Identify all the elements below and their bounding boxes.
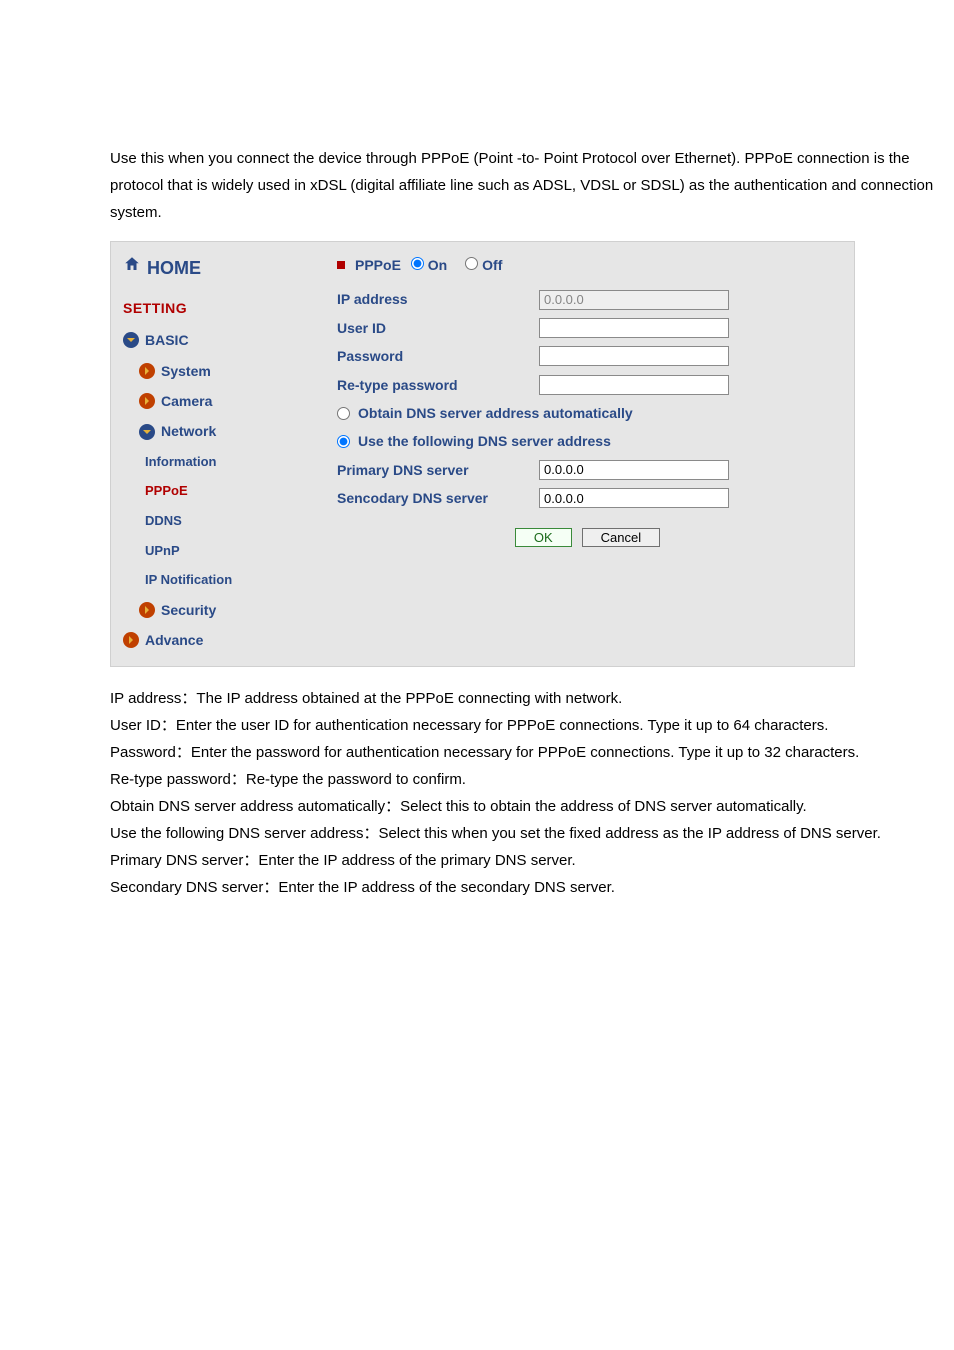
settings-panel: HOME SETTING BASIC System Camera Network…: [110, 241, 855, 667]
note-dns-auto: Obtain DNS server address automatically：…: [110, 793, 944, 820]
nav-label: Network: [161, 420, 216, 442]
dns-manual-radio[interactable]: [337, 435, 350, 448]
ip-address-field[interactable]: [539, 290, 729, 310]
intro-text: Use this when you connect the device thr…: [10, 0, 944, 236]
radio-label: On: [428, 257, 447, 273]
cancel-button[interactable]: Cancel: [582, 528, 660, 547]
chevron-right-icon: [123, 632, 139, 648]
nav-label: Camera: [161, 390, 212, 412]
note-ip-address: IP address：The IP address obtained at th…: [110, 685, 944, 712]
nav-label: BASIC: [145, 329, 189, 351]
password-label: Password: [337, 345, 527, 367]
note-retype-password: Re-type password：Re-type the password to…: [110, 766, 944, 793]
password-field[interactable]: [539, 346, 729, 366]
section-name: PPPoE: [355, 254, 401, 276]
notes-section: IP address：The IP address obtained at th…: [10, 677, 944, 901]
chevron-right-icon: [139, 363, 155, 379]
section-title: PPPoE On Off: [337, 254, 838, 276]
subnav-ip-notification[interactable]: IP Notification: [117, 565, 315, 595]
note-primary-dns: Primary DNS server：Enter the IP address …: [110, 847, 944, 874]
nav-advance[interactable]: Advance: [117, 625, 315, 655]
user-id-field[interactable]: [539, 318, 729, 338]
chevron-right-icon: [139, 602, 155, 618]
retype-password-label: Re-type password: [337, 374, 527, 396]
chevron-right-icon: [139, 393, 155, 409]
nav-system[interactable]: System: [117, 356, 315, 386]
content-area: PPPoE On Off IP address User ID: [321, 242, 854, 666]
chevron-down-icon: [139, 424, 155, 440]
sidebar: HOME SETTING BASIC System Camera Network…: [111, 242, 321, 666]
secondary-dns-field[interactable]: [539, 488, 729, 508]
chevron-down-icon: [123, 332, 139, 348]
dns-auto-label: Obtain DNS server address automatically: [358, 402, 633, 424]
nav-security[interactable]: Security: [117, 595, 315, 625]
subnav-upnp[interactable]: UPnP: [117, 536, 315, 566]
pppoe-on-radio[interactable]: On: [411, 254, 447, 276]
nav-label: Security: [161, 599, 216, 621]
setting-heading: SETTING: [117, 295, 315, 325]
subnav-information[interactable]: Information: [117, 447, 315, 477]
nav-label: Advance: [145, 629, 203, 651]
bullet-icon: [337, 261, 345, 269]
note-password: Password：Enter the password for authenti…: [110, 739, 944, 766]
subnav-pppoe[interactable]: PPPoE: [117, 476, 315, 506]
home-icon: [123, 255, 141, 282]
ok-button[interactable]: OK: [515, 528, 572, 547]
note-user-id: User ID：Enter the user ID for authentica…: [110, 712, 944, 739]
retype-password-field[interactable]: [539, 375, 729, 395]
dns-manual-label: Use the following DNS server address: [358, 430, 611, 452]
home-label: HOME: [147, 254, 201, 283]
nav-label: System: [161, 360, 211, 382]
radio-label: Off: [482, 257, 502, 273]
primary-dns-label: Primary DNS server: [337, 459, 527, 481]
radio-input[interactable]: [411, 257, 424, 270]
primary-dns-field[interactable]: [539, 460, 729, 480]
nav-camera[interactable]: Camera: [117, 386, 315, 416]
ip-address-label: IP address: [337, 288, 527, 310]
nav-network[interactable]: Network: [117, 416, 315, 446]
nav-basic[interactable]: BASIC: [117, 325, 315, 355]
user-id-label: User ID: [337, 317, 527, 339]
note-secondary-dns: Secondary DNS server：Enter the IP addres…: [110, 874, 944, 901]
radio-input[interactable]: [465, 257, 478, 270]
dns-auto-radio[interactable]: [337, 407, 350, 420]
secondary-dns-label: Sencodary DNS server: [337, 487, 527, 509]
home-link[interactable]: HOME: [117, 250, 315, 295]
subnav-ddns[interactable]: DDNS: [117, 506, 315, 536]
note-dns-manual: Use the following DNS server address：Sel…: [110, 820, 944, 847]
pppoe-off-radio[interactable]: Off: [465, 254, 502, 276]
